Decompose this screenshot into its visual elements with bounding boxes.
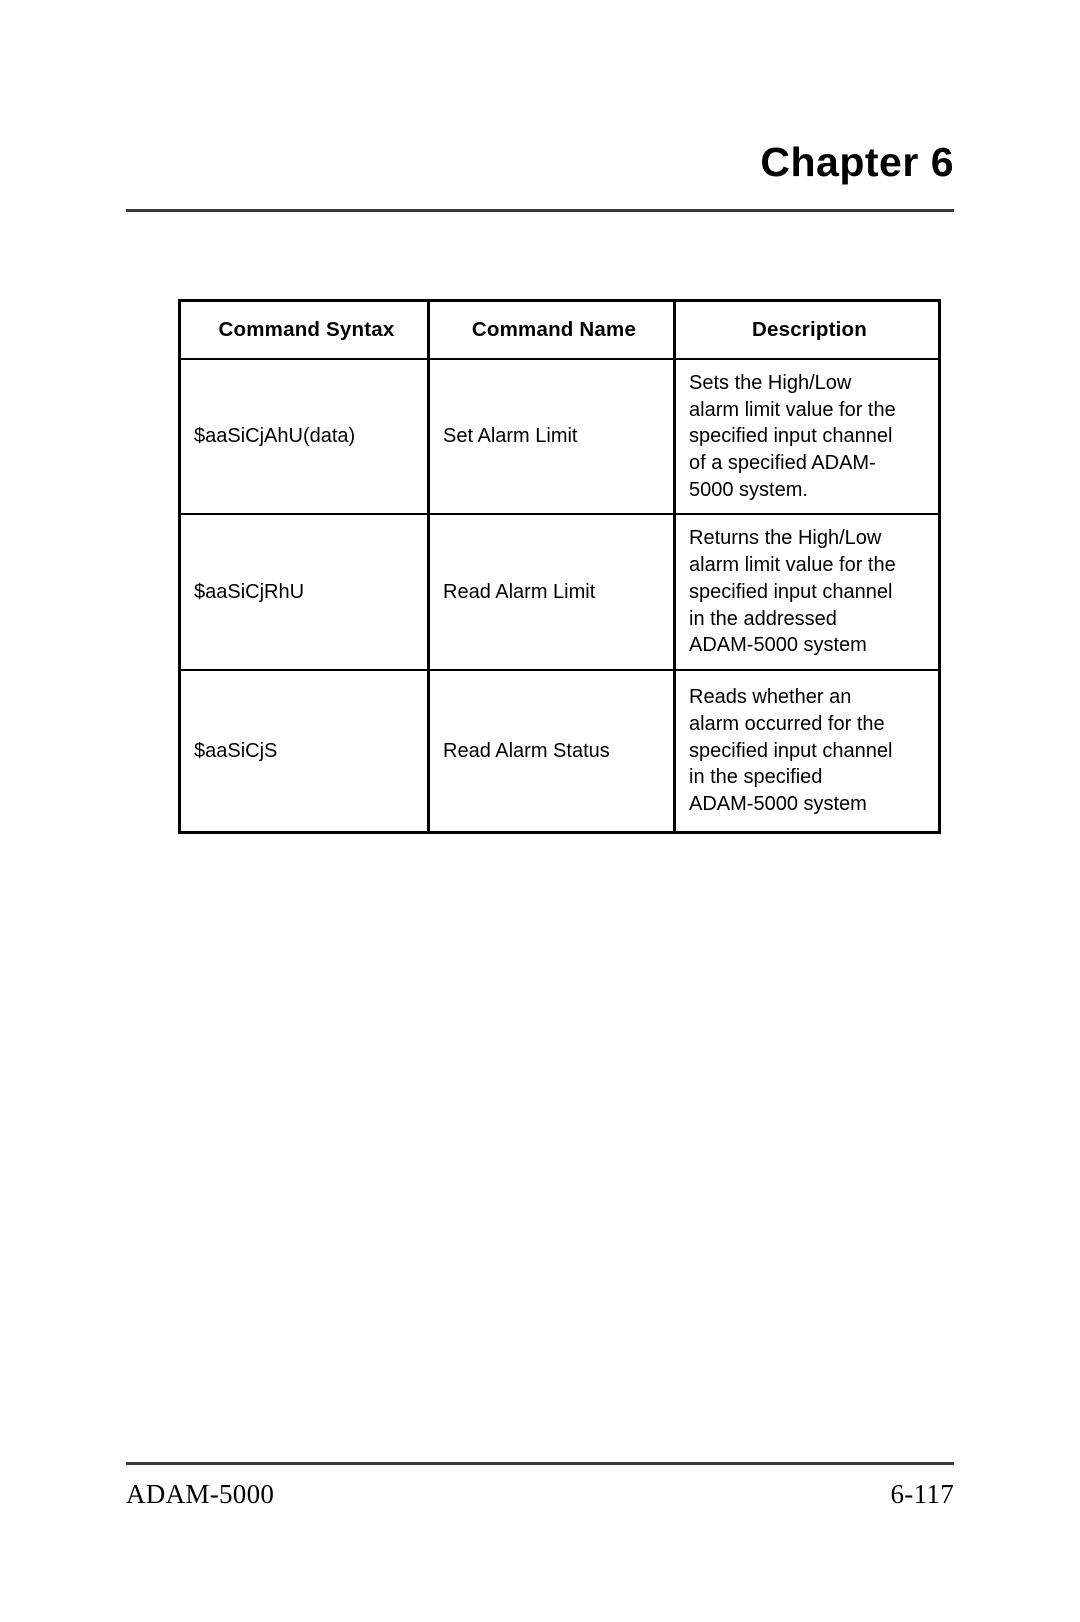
table-row: $aaSiCjRhU Read Alarm Limit Returns the …	[179, 514, 940, 671]
cell-command-name: Read Alarm Limit	[428, 514, 676, 671]
cell-description: Reads whether an alarm occurred for the …	[675, 670, 940, 833]
command-name-value: Read Alarm Limit	[443, 580, 596, 603]
cell-command-syntax: $aaSiCjS	[179, 669, 430, 833]
description-value: Reads whether an alarm occurred for the …	[689, 686, 893, 815]
page-header: Chapter 6	[126, 139, 954, 213]
column-header-command-syntax-label: Command Syntax	[218, 318, 395, 341]
cell-description: Sets the High/Low alarm limit value for …	[674, 359, 940, 516]
header-divider	[126, 209, 954, 213]
table-row: $aaSiCjAhU(data) Set Alarm Limit Sets th…	[179, 359, 940, 516]
cell-command-syntax: $aaSiCjRhU	[179, 514, 430, 671]
description-value: Sets the High/Low alarm limit value for …	[689, 372, 896, 501]
cell-command-syntax: $aaSiCjAhU(data)	[179, 359, 430, 516]
cell-command-name: Read Alarm Status	[428, 669, 676, 833]
column-header-command-syntax: Command Syntax	[179, 300, 430, 360]
table-row: $aaSiCjS Read Alarm Status Reads whether…	[179, 669, 940, 833]
column-header-command-name-label: Command Name	[471, 318, 637, 341]
column-header-description-label: Description	[752, 318, 867, 341]
footer-row: ADAM-5000 6-117	[126, 1479, 954, 1510]
footer-page-number: 6-117	[890, 1479, 954, 1509]
page-title: Chapter 6	[760, 139, 954, 185]
command-syntax-value: $aaSiCjAhU(data)	[194, 425, 356, 448]
cell-command-name: Set Alarm Limit	[428, 359, 676, 516]
column-header-command-name: Command Name	[428, 300, 676, 360]
command-table-container: Command Syntax Command Name Description …	[178, 299, 941, 834]
table-header-row: Command Syntax Command Name Description	[179, 300, 940, 360]
description-value: Returns the High/Low alarm limit value f…	[689, 527, 896, 657]
page-footer: ADAM-5000 6-117	[126, 1462, 954, 1510]
footer-product-name: ADAM-5000	[126, 1479, 275, 1509]
footer-divider	[126, 1462, 954, 1465]
command-name-value: Set Alarm Limit	[443, 425, 578, 448]
command-syntax-value: $aaSiCjS	[194, 739, 278, 762]
command-table: Command Syntax Command Name Description …	[178, 299, 941, 834]
column-header-description: Description	[674, 300, 940, 360]
cell-description: Returns the High/Low alarm limit value f…	[674, 514, 940, 671]
command-name-value: Read Alarm Status	[443, 739, 610, 762]
command-syntax-value: $aaSiCjRhU	[194, 580, 305, 603]
